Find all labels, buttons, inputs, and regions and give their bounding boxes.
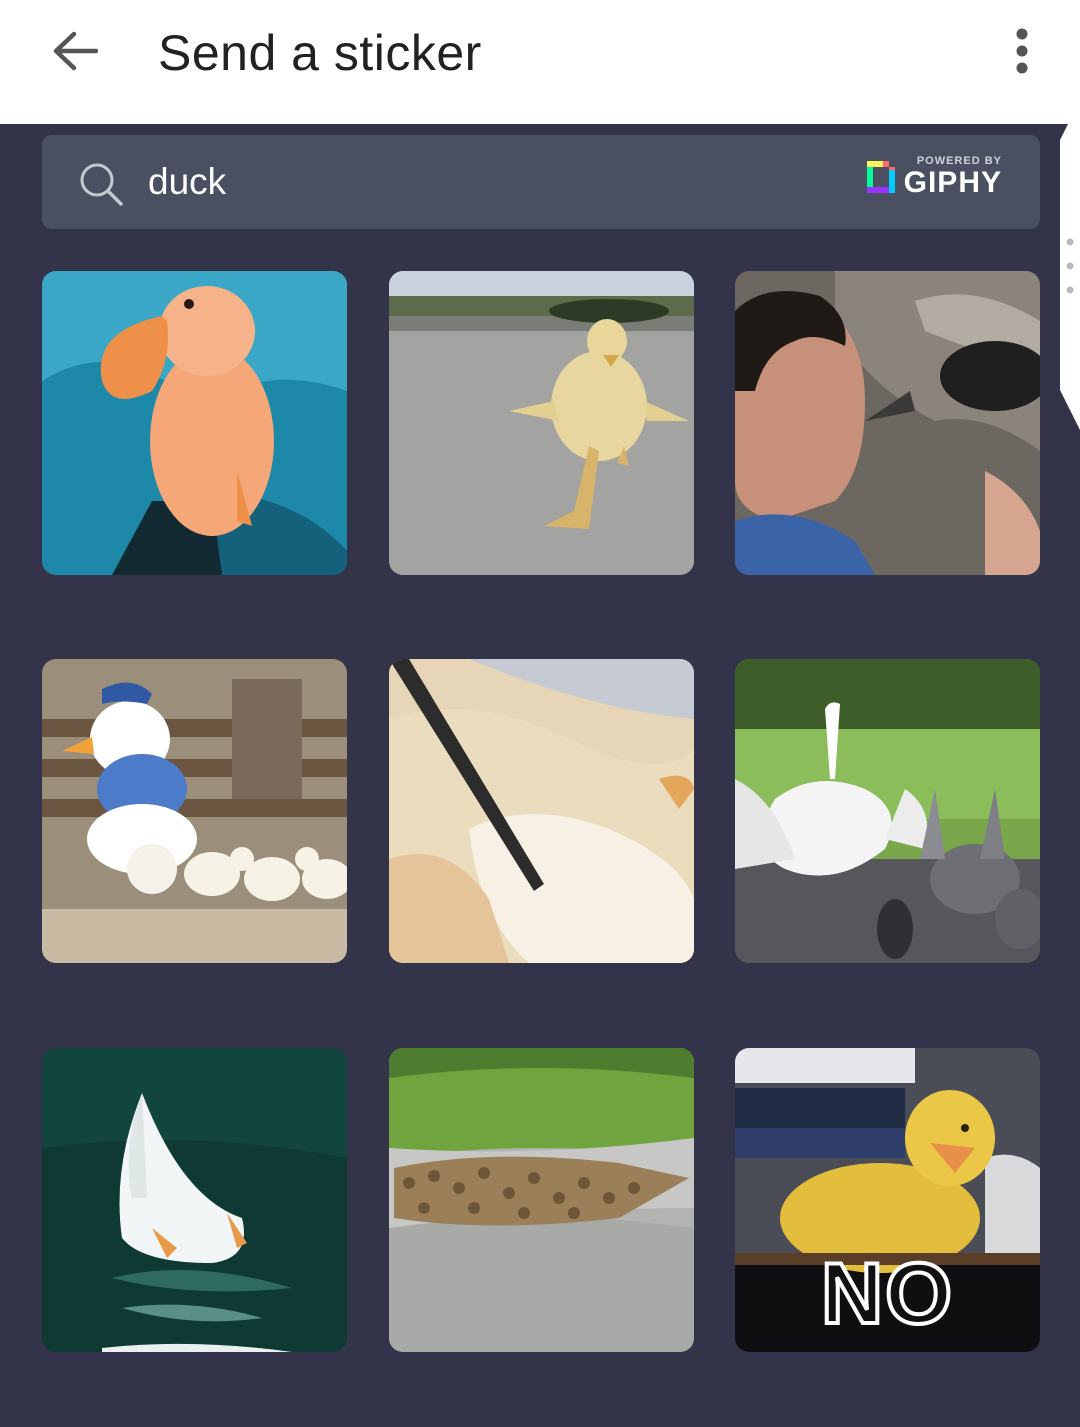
- sticker-duckling-running[interactable]: [389, 271, 694, 575]
- app-bar: Send a sticker: [0, 0, 1080, 124]
- giphy-attribution: POWERED BY GIPHY: [864, 155, 1002, 199]
- giphy-brand-label: GIPHY: [903, 166, 1002, 199]
- sticker-donald-duck-ducklings[interactable]: [42, 659, 347, 963]
- sticker-duckling-closeup[interactable]: [42, 271, 347, 575]
- more-options-button[interactable]: [996, 22, 1048, 80]
- sticker-duckling-no[interactable]: NO: [735, 1048, 1040, 1352]
- sticker-man-and-duck[interactable]: [735, 271, 1040, 575]
- arrow-left-icon: [53, 31, 98, 71]
- search-bar: POWERED BY GIPHY: [42, 135, 1040, 229]
- sticker-duck-petting-pen[interactable]: [389, 659, 694, 963]
- search-icon: [80, 163, 123, 206]
- giphy-logo-icon: [866, 161, 895, 193]
- back-button[interactable]: [40, 22, 110, 80]
- sticker-caption-no: NO: [819, 1244, 954, 1344]
- page-title: Send a sticker: [158, 25, 482, 81]
- edge-panel-handle[interactable]: [1060, 100, 1080, 430]
- sticker-grid: NO: [42, 271, 1040, 1353]
- sticker-duck-diving[interactable]: [42, 1048, 347, 1352]
- search-input[interactable]: [148, 153, 748, 211]
- more-vertical-icon: [1016, 28, 1028, 74]
- sticker-duck-flock-road[interactable]: [389, 1048, 694, 1352]
- sticker-goose-pigeons[interactable]: [735, 659, 1040, 963]
